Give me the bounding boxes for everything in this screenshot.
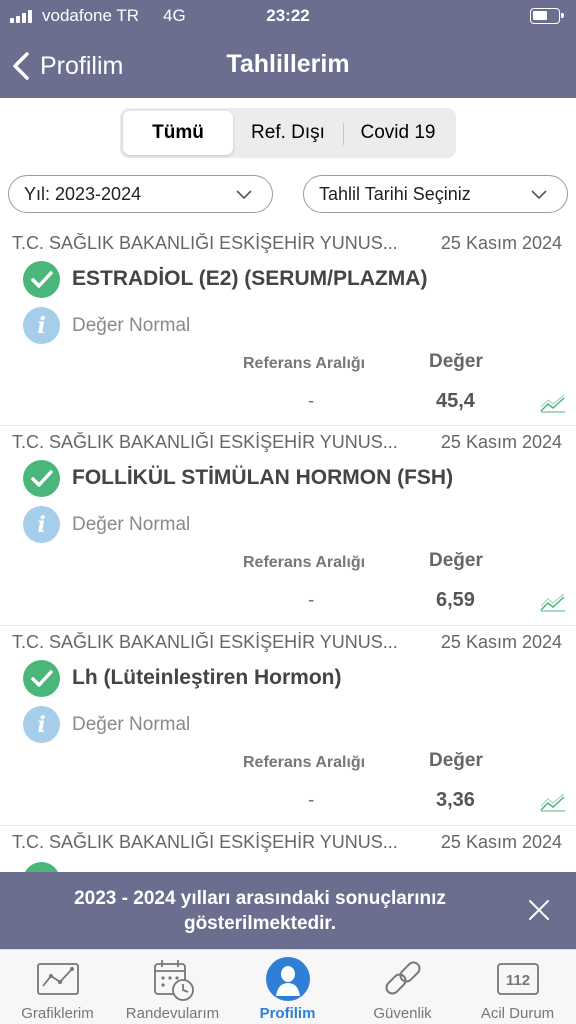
info-icon[interactable]: i (23, 307, 60, 344)
close-icon[interactable] (528, 899, 550, 921)
segment-out-of-range[interactable]: Ref. Dışı (233, 111, 343, 155)
tab-label: Profilim (259, 1005, 316, 1022)
status-bar: vodafone TR 4G 23:22 (0, 0, 576, 32)
reference-range-header: Referans Aralığı (243, 355, 366, 372)
result-card[interactable]: T.C. SAĞLIK BAKANLIĞI ESKİŞEHİR YUNUS...… (0, 426, 576, 626)
status-text: Değer Normal (72, 315, 191, 336)
test-date-dropdown-value: Tahlil Tarihi Seçiniz (319, 183, 471, 204)
value-header: Değer (429, 750, 483, 771)
tab-acil-durum[interactable]: 112 Acil Durum (460, 950, 575, 1024)
institution-name: T.C. SAĞLIK BAKANLIĞI ESKİŞEHİR YUNUS... (12, 832, 398, 852)
status-text: Değer Normal (72, 714, 191, 735)
calendar-clock-icon (153, 960, 194, 1001)
institution-name: T.C. SAĞLIK BAKANLIĞI ESKİŞEHİR YUNUS... (12, 432, 398, 452)
chevron-down-icon (236, 190, 252, 200)
tab-label: Acil Durum (480, 1005, 555, 1022)
trend-icon[interactable] (540, 794, 566, 812)
result-date: 25 Kasım 2024 (440, 632, 562, 652)
result-card[interactable]: T.C. SAĞLIK BAKANLIĞI ESKİŞEHİR YUNUS...… (0, 826, 576, 872)
institution-name: T.C. SAĞLIK BAKANLIĞI ESKİŞEHİR YUNUS... (12, 233, 398, 253)
emergency-112-icon: 112 (496, 963, 539, 995)
year-dropdown[interactable]: Yıl: 2023-2024 (8, 175, 273, 213)
test-name: FOLLİKÜL STİMÜLAN HORMON (FSH) (72, 466, 454, 489)
tab-guvenlik[interactable]: Güvenlik (345, 950, 460, 1024)
profile-icon (265, 957, 310, 1001)
test-name: Lh (Lüteinleştiren Hormon) (72, 666, 342, 689)
check-icon (23, 261, 60, 298)
reference-range-header: Referans Aralığı (243, 754, 366, 771)
result-date: 25 Kasım 2024 (440, 432, 562, 452)
trend-icon[interactable] (540, 395, 566, 413)
segment-all[interactable]: Tümü (123, 111, 233, 155)
result-card[interactable]: T.C. SAĞLIK BAKANLIĞI ESKİŞEHİR YUNUS...… (0, 227, 576, 426)
result-date: 25 Kasım 2024 (440, 832, 562, 852)
check-icon (23, 660, 60, 697)
info-icon[interactable]: i (23, 706, 60, 743)
result-date: 25 Kasım 2024 (440, 233, 562, 253)
battery-icon (530, 8, 564, 24)
result-value: 3,36 (436, 789, 475, 811)
result-value: 6,59 (436, 589, 475, 611)
tab-label: Güvenlik (373, 1005, 432, 1022)
chart-icon (36, 963, 79, 995)
segment-covid19[interactable]: Covid 19 (343, 111, 453, 155)
reference-range-value: - (308, 391, 315, 412)
reference-range-value: - (308, 590, 315, 611)
reference-range-header: Referans Aralığı (243, 554, 366, 571)
reference-range-value: - (308, 790, 315, 811)
year-dropdown-value: Yıl: 2023-2024 (24, 183, 142, 204)
tab-label: Grafiklerim (21, 1005, 94, 1022)
result-value: 45,4 (436, 390, 475, 412)
tab-randevularim[interactable]: Randevularım (115, 950, 230, 1024)
value-header: Değer (429, 550, 483, 571)
banner-message: 2023 - 2024 yılları arasındaki sonuçları… (74, 888, 446, 934)
emergency-112-text: 112 (505, 972, 529, 989)
result-card[interactable]: T.C. SAĞLIK BAKANLIĞI ESKİŞEHİR YUNUS...… (0, 626, 576, 826)
header-bar: vodafone TR 4G 23:22 Profilim Tahlilleri… (0, 0, 576, 98)
tab-grafiklerim[interactable]: Grafiklerim (0, 950, 115, 1024)
institution-name: T.C. SAĞLIK BAKANLIĞI ESKİŞEHİR YUNUS... (12, 632, 398, 652)
value-header: Değer (429, 351, 483, 372)
tab-profilim[interactable]: Profilim (230, 950, 345, 1024)
info-banner: 2023 - 2024 yılları arasındaki sonuçları… (0, 872, 576, 949)
test-name: ESTRADİOL (E2) (SERUM/PLAZMA) (72, 267, 428, 290)
tab-label: Randevularım (125, 1005, 220, 1022)
status-text: Değer Normal (72, 514, 191, 535)
page-title: Tahlillerim (226, 50, 350, 78)
filter-segmented-control: Tümü Ref. Dışı Covid 19 (120, 108, 456, 158)
tab-bar: Grafiklerim Randevularım Profilim Güvenl… (0, 949, 576, 1024)
chevron-down-icon (531, 190, 547, 200)
chain-link-icon (384, 961, 421, 995)
info-icon[interactable]: i (23, 506, 60, 543)
status-time: 23:22 (266, 6, 310, 25)
check-icon (23, 460, 60, 497)
trend-icon[interactable] (540, 594, 566, 612)
test-date-dropdown[interactable]: Tahlil Tarihi Seçiniz (303, 175, 568, 213)
